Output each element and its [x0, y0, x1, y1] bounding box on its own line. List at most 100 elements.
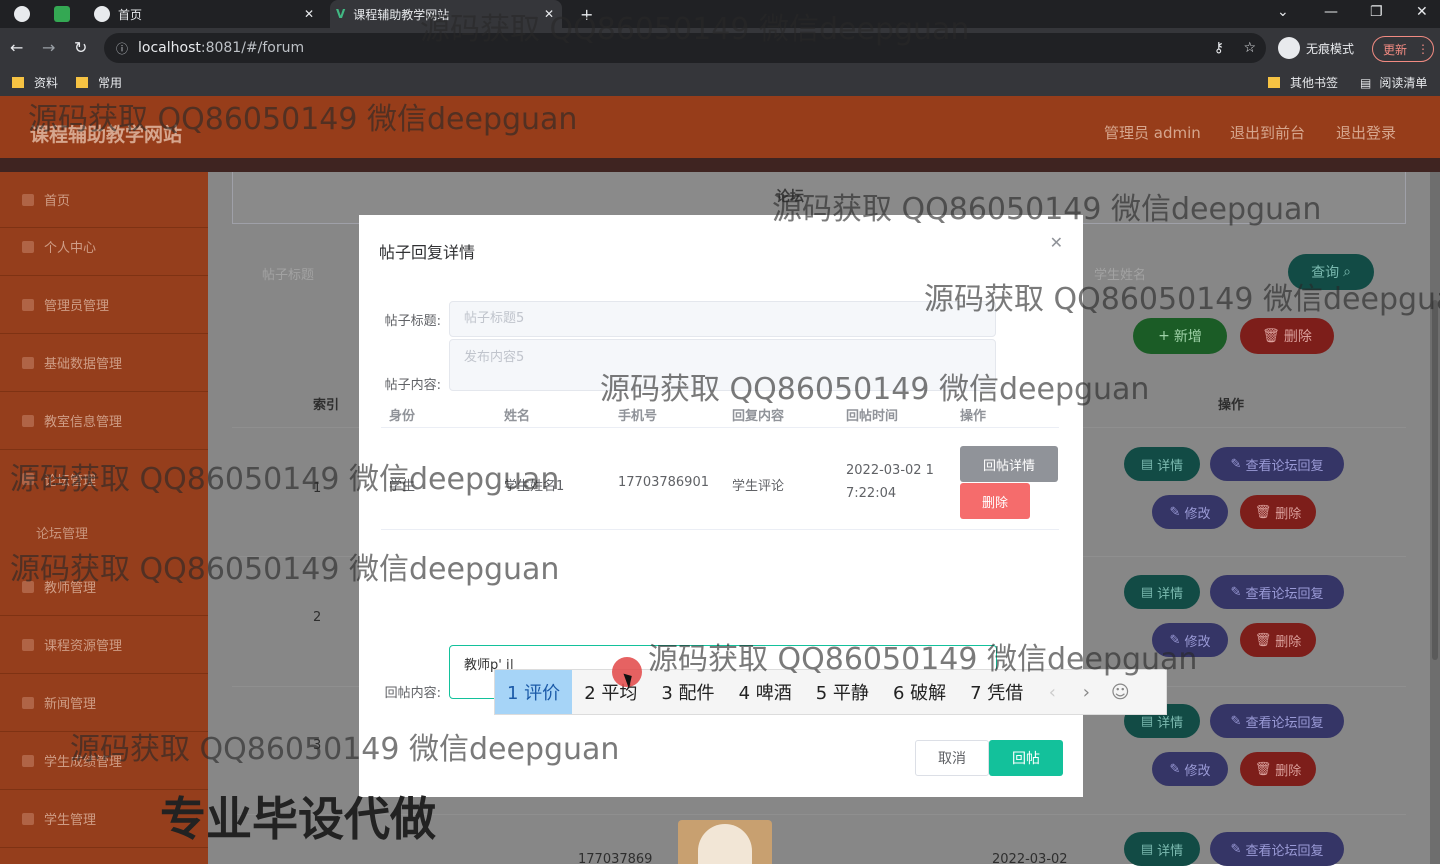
close-icon[interactable]: ✕	[1050, 233, 1063, 252]
sidebar-item-label: 学生管理	[44, 813, 97, 828]
ime-candidate-5[interactable]: 5 平静	[804, 670, 881, 714]
row-3-delete-button[interactable]: 🗑 删除	[1240, 752, 1316, 786]
student-icon	[22, 812, 34, 825]
row-4-view-reply-button[interactable]: ✎ 查看论坛回复	[1210, 832, 1344, 866]
reading-list[interactable]: ▤ 阅读清单	[1360, 74, 1427, 91]
sidebar-subitem-forum[interactable]: 论坛管理	[36, 523, 88, 542]
restore-icon[interactable]: ❐	[1370, 4, 1383, 20]
row-4-detail-button[interactable]: ▤ 详情	[1124, 832, 1200, 866]
bookmark-folder-common[interactable]: 常用	[76, 74, 122, 91]
sidebar-item-grades[interactable]: 学生成绩管理	[0, 732, 208, 790]
view-reply-label: 查看论坛回复	[1245, 458, 1324, 474]
edit-icon: ✎	[1169, 504, 1181, 520]
back-icon[interactable]: ←	[10, 38, 23, 57]
reload-icon[interactable]: ↻	[74, 38, 87, 57]
detail-label: 详情	[1157, 586, 1184, 602]
close-icon[interactable]: ✕	[544, 7, 554, 21]
app-header: 课程辅助教学网站 管理员 admin 退出到前台 退出登录	[0, 96, 1440, 158]
column-header-time: 回帖时间	[846, 409, 899, 424]
new-tab-button[interactable]: +	[580, 0, 593, 28]
close-icon[interactable]: ✕	[304, 7, 314, 21]
query-button[interactable]: 查询 ⌕	[1288, 254, 1374, 290]
minimize-icon[interactable]: —	[1324, 4, 1338, 20]
delete-label: 删除	[1275, 634, 1302, 650]
other-bookmarks-label: 其他书签	[1290, 76, 1339, 90]
student-name-search-input[interactable]: 学生姓名	[1094, 264, 1146, 283]
sidebar-item-course-resources[interactable]: 课程资源管理	[0, 616, 208, 674]
incognito-indicator[interactable]: 无痕模式	[1278, 34, 1354, 62]
row-2-edit-button[interactable]: ✎ 修改	[1152, 623, 1228, 657]
other-bookmarks[interactable]: 其他书签	[1268, 74, 1338, 91]
admin-user-link[interactable]: 管理员 admin	[1104, 122, 1201, 143]
row-1-detail-button[interactable]: ▤ 详情	[1124, 447, 1200, 481]
post-title-search-input[interactable]: 帖子标题	[262, 264, 314, 283]
reply-content: 学生评论	[732, 479, 785, 494]
add-button[interactable]: + 新增	[1133, 318, 1227, 354]
row-index-1: 1	[313, 481, 322, 496]
sidebar-item-admins[interactable]: 管理员管理	[0, 276, 208, 334]
page-title: 论坛	[776, 189, 804, 205]
column-header-name: 姓名	[504, 409, 531, 424]
batch-delete-button[interactable]: 🗑 删除	[1240, 318, 1334, 354]
row-1-edit-button[interactable]: ✎ 修改	[1152, 495, 1228, 529]
row-1-view-reply-button[interactable]: ✎ 查看论坛回复	[1210, 447, 1344, 481]
sidebar-item-label: 个人中心	[44, 241, 97, 256]
ime-candidate-7[interactable]: 7 凭借	[958, 670, 1035, 714]
tab-home-label: 首页	[118, 7, 143, 22]
trash-icon: 🗑	[1254, 504, 1272, 520]
edit-label: 修改	[1184, 506, 1211, 522]
ime-candidate-1[interactable]: 1 评价	[495, 670, 573, 714]
edit-label: 修改	[1184, 634, 1211, 650]
back-to-front-link[interactable]: 退出到前台	[1230, 122, 1305, 143]
sidebar-item-news[interactable]: 新闻管理	[0, 674, 208, 732]
reply-delete-button[interactable]: 删除	[960, 483, 1030, 519]
sidebar-item-label: 学生成绩管理	[44, 755, 123, 770]
address-bar[interactable]: ⓘ localhost :8081/#/forum ⚷ ☆	[104, 33, 1266, 63]
submit-reply-button[interactable]: 回帖	[989, 740, 1063, 776]
browser-toolbar: ← → ↻ ⓘ localhost :8081/#/forum ⚷ ☆ 无痕模式…	[0, 28, 1440, 68]
sidebar-item-profile[interactable]: 个人中心	[0, 218, 208, 276]
tab-course-site[interactable]: V 课程辅助教学网站 ✕	[330, 0, 562, 28]
edit-icon: ✎	[1169, 761, 1181, 777]
ime-candidate-3[interactable]: 3 配件	[649, 670, 726, 714]
chevron-left-icon[interactable]: ‹	[1035, 670, 1069, 714]
forward-icon[interactable]: →	[42, 38, 55, 57]
row-3-view-reply-button[interactable]: ✎ 查看论坛回复	[1210, 704, 1344, 738]
sidebar-item-label: 教师管理	[44, 581, 97, 596]
edit-icon: ✎	[1230, 456, 1242, 472]
reply-detail-button[interactable]: 回帖详情	[960, 446, 1058, 482]
update-button[interactable]: 更新 ⋮	[1372, 36, 1434, 62]
logout-link[interactable]: 退出登录	[1336, 122, 1396, 143]
star-icon[interactable]: ☆	[1243, 40, 1256, 56]
row-2-view-reply-button[interactable]: ✎ 查看论坛回复	[1210, 575, 1344, 609]
tab-search-icon[interactable]: ⌄	[1277, 4, 1289, 20]
chart-icon	[22, 754, 34, 767]
ime-candidate-6[interactable]: 6 破解	[881, 670, 958, 714]
sidebar-item-teachers[interactable]: 教师管理	[0, 558, 208, 616]
detail-label: 详情	[1157, 843, 1184, 859]
close-window-icon[interactable]: ✕	[1416, 4, 1428, 20]
ime-candidate-bar: 1 评价 2 平均 3 配件 4 啤酒 5 平静 6 破解 7 凭借 ‹ › ☺	[494, 669, 1167, 715]
row-2-detail-button[interactable]: ▤ 详情	[1124, 575, 1200, 609]
info-icon: ⓘ	[116, 41, 129, 56]
bookmark-folder-materials[interactable]: 资料	[12, 74, 58, 91]
emoji-icon[interactable]: ☺	[1103, 670, 1137, 714]
browser-tab-strip: 首页 ✕ V 课程辅助教学网站 ✕ + ⌄ — ❐ ✕	[0, 0, 1440, 28]
row-3-edit-button[interactable]: ✎ 修改	[1152, 752, 1228, 786]
browser-menu-icon[interactable]	[14, 0, 30, 28]
key-icon[interactable]: ⚷	[1214, 40, 1224, 56]
row-2-delete-button[interactable]: 🗑 删除	[1240, 623, 1316, 657]
sidebar-item-basic-data[interactable]: 基础数据管理	[0, 334, 208, 392]
edit-label: 修改	[1184, 763, 1211, 779]
pinned-tab[interactable]	[54, 0, 70, 28]
tab-home[interactable]: 首页 ✕	[94, 0, 320, 28]
edit-icon: ✎	[1230, 584, 1242, 600]
sidebar-item-classrooms[interactable]: 教室信息管理	[0, 392, 208, 450]
scrollbar-thumb[interactable]	[1432, 300, 1438, 660]
chevron-right-icon[interactable]: ›	[1069, 670, 1103, 714]
ime-candidate-4[interactable]: 4 啤酒	[727, 670, 804, 714]
folder-icon	[76, 77, 88, 88]
cancel-button[interactable]: 取消	[915, 740, 989, 776]
sidebar-item-forum[interactable]: 论坛管理	[0, 450, 208, 508]
row-1-delete-button[interactable]: 🗑 删除	[1240, 495, 1316, 529]
